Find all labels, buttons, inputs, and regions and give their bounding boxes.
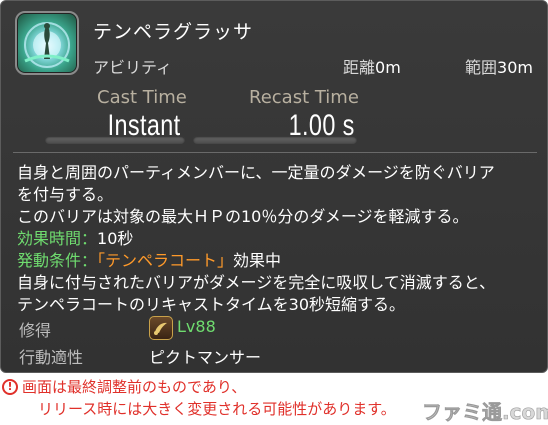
condition-suffix: 効果中 [233, 251, 282, 270]
description-line: を付与する。 [17, 185, 114, 204]
tempera-grassa-icon [15, 11, 79, 75]
description-line: 自身に付与されたバリアがダメージを完全に吸収して消滅すると、 [17, 273, 496, 292]
cast-time-bar [45, 136, 185, 144]
exclamation-icon: ! [2, 379, 18, 395]
recast-time-bar [193, 136, 357, 144]
duration-label: 効果時間 [17, 229, 82, 248]
range-value: 0m [375, 58, 401, 77]
cast-time-label: Cast Time [97, 87, 187, 108]
radius-info: 範囲30m [465, 54, 533, 78]
condition-status-name: 「テンペラコート」 [97, 251, 234, 270]
acquired-label: 修得 [19, 321, 52, 340]
range-info: 距離0m [343, 54, 401, 78]
affinity-value: ピクトマンサー [149, 348, 262, 367]
affinity-label: 行動適性 [19, 348, 84, 367]
action-tooltip: テンペラグラッサ アビリティ 距離0m 範囲30m Cast Time Inst… [0, 0, 548, 373]
separator: ： [81, 229, 98, 248]
range-label: 距離 [343, 58, 376, 77]
recast-time-label: Recast Time [249, 87, 359, 108]
action-name: テンペラグラッサ [93, 21, 254, 43]
famitsu-watermark-logo: ファミ通.com [422, 400, 548, 425]
pictomancer-job-icon [149, 316, 173, 340]
action-description: 自身と周囲のパーティメンバーに、一定量のダメージを防ぐバリア を付与する。 この… [17, 162, 537, 316]
condition-label: 発動条件 [17, 251, 82, 270]
description-line: 自身と周囲のパーティメンバーに、一定量のダメージを防ぐバリア [17, 163, 495, 182]
description-line: テンペラコートのリキャストタイムを30秒短縮する。 [17, 295, 406, 314]
duration-line: 効果時間：10秒 [17, 228, 537, 250]
notice-line: リリース時には大きく変更される可能性があります。 [38, 400, 396, 418]
notice-line: 画面は最終調整前のものであり、 [22, 378, 247, 396]
radius-value: 30m [497, 58, 533, 77]
required-level: Lv88 [177, 317, 216, 336]
radius-label: 範囲 [465, 58, 498, 77]
duration-value: 10秒 [97, 229, 134, 248]
separator: ： [81, 251, 98, 270]
description-line: このバリアは対象の最大ＨＰの10％分のダメージを軽減する。 [17, 207, 469, 226]
divider [13, 152, 537, 153]
condition-line: 発動条件：「テンペラコート」効果中 [17, 250, 537, 272]
action-type: アビリティ [93, 58, 173, 77]
